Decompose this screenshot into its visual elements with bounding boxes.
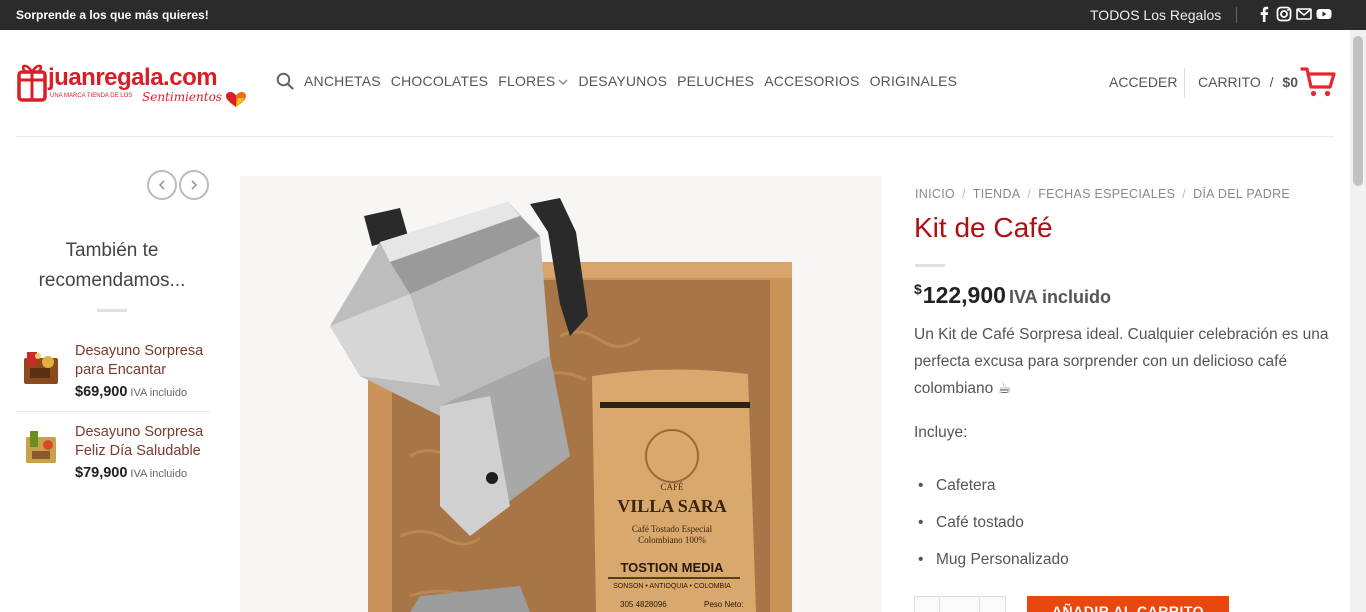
page-scrollbar[interactable] xyxy=(1350,30,1366,612)
nav-originales[interactable]: ORIGINALES xyxy=(870,73,958,89)
recommended-item[interactable]: Desayuno Sorpresa para Encantar $69,900 I… xyxy=(16,340,210,420)
recommended-item-tax: IVA incluido xyxy=(130,468,188,480)
logo-brand: juanregala.com xyxy=(48,64,218,91)
recommended-item-name[interactable]: Desayuno Sorpresa para Encantar xyxy=(75,342,215,380)
list-item: Mug Personalizado xyxy=(918,546,1069,583)
nav-peluches[interactable]: PELUCHES xyxy=(677,73,754,89)
site-header: juanregala.com UNA MARCA TIENDA DE LOS S… xyxy=(0,30,1350,136)
top-bar: Sorprende a los que más quieres! TODOS L… xyxy=(0,0,1366,30)
bag-weight-text: Peso Neto: xyxy=(704,600,744,609)
nav-ancheta[interactable]: ANCHETAS xyxy=(304,73,381,89)
topbar-divider xyxy=(1236,7,1237,23)
recommendations-title: También te recomendamos... xyxy=(38,240,186,291)
recommended-item-name[interactable]: Desayuno Sorpresa Feliz Día Saludable xyxy=(75,423,215,461)
cart-separator: / xyxy=(1269,74,1274,90)
nav-flores[interactable]: FLORES xyxy=(498,73,568,89)
recommended-item-amount: $79,900 xyxy=(75,465,128,481)
price-tax: IVA incluido xyxy=(1008,287,1111,307)
recommended-item-price: $69,900 IVA incluido xyxy=(75,384,187,400)
product-thumbnail[interactable] xyxy=(18,429,64,469)
quantity-stepper[interactable] xyxy=(914,596,1006,612)
instagram-icon[interactable] xyxy=(1276,6,1292,22)
logo-tagline: UNA MARCA TIENDA DE LOS xyxy=(50,93,133,99)
coffee-bag: CAFÉ VILLA SARA Café Tostado Especial Co… xyxy=(592,369,756,612)
add-to-cart-button[interactable]: AÑADIR AL CARRITO xyxy=(1027,596,1229,612)
breadcrumb-link[interactable]: FECHAS ESPECIALES xyxy=(1038,187,1175,201)
cart-icon[interactable] xyxy=(1300,66,1336,98)
heart-icon xyxy=(226,92,246,107)
gift-logo-icon xyxy=(17,64,47,102)
recommended-item[interactable]: Desayuno Sorpresa Feliz Día Saludable $7… xyxy=(16,421,210,501)
breadcrumb-link[interactable]: TIENDA xyxy=(973,187,1021,201)
product-description: Un Kit de Café Sorpresa ideal. Cualquier… xyxy=(914,326,1329,397)
login-link[interactable]: ACCEDER xyxy=(1109,74,1177,90)
breadcrumb-link[interactable]: DÍA DEL PADRE xyxy=(1193,187,1290,201)
facebook-icon[interactable] xyxy=(1256,6,1272,22)
list-item: Cafetera xyxy=(918,472,1069,509)
list-item: Café tostado xyxy=(918,509,1069,546)
chevron-down-icon xyxy=(558,79,568,85)
youtube-icon[interactable] xyxy=(1316,6,1332,22)
bag-phone-text: 305 4828096 xyxy=(620,600,667,609)
bag-place-text: SONSON • ANTIOQUIA • COLOMBIA xyxy=(613,583,731,590)
all-gifts-link[interactable]: TODOS Los Regalos xyxy=(1090,7,1221,23)
includes-list: Cafetera Café tostado Mug Personalizado xyxy=(918,472,1069,583)
product-image[interactable]: CAFÉ VILLA SARA Café Tostado Especial Co… xyxy=(240,176,882,612)
logo-script: Sentimientos xyxy=(142,90,222,104)
cart-total: $0 xyxy=(1282,74,1298,90)
title-divider xyxy=(915,264,945,267)
product-title: Kit de Café xyxy=(914,212,1053,243)
envelope-icon[interactable] xyxy=(1296,6,1312,22)
site-logo[interactable]: juanregala.com UNA MARCA TIENDA DE LOS S… xyxy=(16,58,248,112)
product-price: $122,900 IVA incluido xyxy=(914,281,1111,309)
breadcrumb: INICIO / TIENDA / FECHAS ESPECIALES / DÍA DEL … xyxy=(915,187,1291,201)
nav-accesorios[interactable]: ACCESORIOS xyxy=(764,73,859,89)
product-thumbnail[interactable] xyxy=(18,348,64,388)
cart-link[interactable]: CARRITO / $0 xyxy=(1198,74,1298,90)
bag-cafe-text: CAFÉ xyxy=(660,482,684,492)
scrollbar-thumb[interactable] xyxy=(1353,36,1363,186)
nav-chocolates[interactable]: CHOCOLATES xyxy=(391,73,488,89)
bag-brand-text: VILLA SARA xyxy=(617,496,727,516)
bag-roast-text: TOSTION MEDIA xyxy=(620,560,724,575)
recommended-item-amount: $69,900 xyxy=(75,384,128,400)
includes-label: Incluye: xyxy=(914,424,968,441)
recommendations-divider xyxy=(97,309,127,312)
next-arrow-button[interactable] xyxy=(179,170,209,200)
nav-desayunos[interactable]: DESAYUNOS xyxy=(578,73,667,89)
bag-line2-text: Colombiano 100% xyxy=(638,535,706,545)
search-icon[interactable] xyxy=(276,72,294,90)
cart-label: CARRITO xyxy=(1198,74,1261,90)
promo-text: Sorprende a los que más quieres! xyxy=(16,8,209,22)
product-photo: CAFÉ VILLA SARA Café Tostado Especial Co… xyxy=(330,198,792,612)
nav-flores-label: FLORES xyxy=(498,73,556,89)
price-currency: $ xyxy=(914,281,922,297)
chevron-right-icon xyxy=(191,180,198,190)
chevron-left-icon xyxy=(158,180,165,190)
prev-arrow-button[interactable] xyxy=(147,170,177,200)
header-divider-line xyxy=(16,136,1334,137)
header-divider xyxy=(1184,68,1185,98)
bag-line1-text: Café Tostado Especial xyxy=(632,524,713,534)
breadcrumb-link[interactable]: INICIO xyxy=(915,187,955,201)
list-divider xyxy=(16,411,210,412)
main-nav: ANCHETAS CHOCOLATES FLORES DESAYUNOS PEL… xyxy=(276,72,967,90)
recommended-item-price: $79,900 IVA incluido xyxy=(75,465,187,481)
price-amount: 122,900 xyxy=(922,282,1006,308)
recommended-item-tax: IVA incluido xyxy=(130,387,188,399)
